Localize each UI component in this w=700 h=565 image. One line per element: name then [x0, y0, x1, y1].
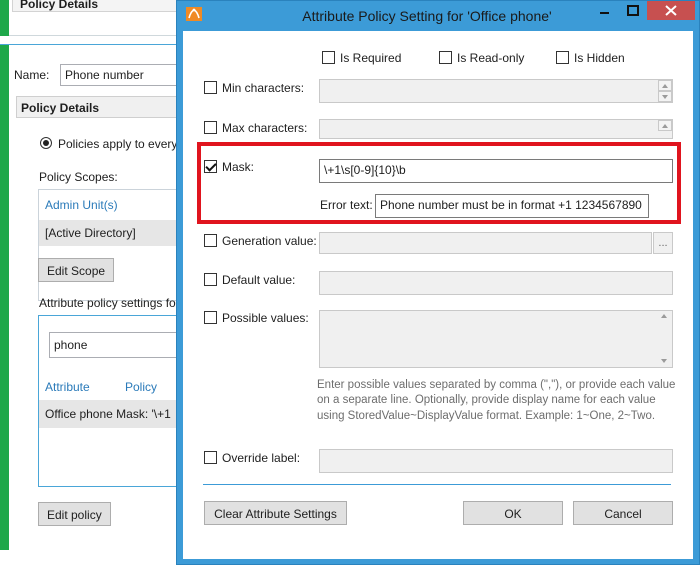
attribute-row[interactable]: Office phone Mask: '\+1: [39, 400, 189, 428]
app-icon: [186, 7, 202, 21]
dialog-separator: [203, 484, 671, 485]
mask-highlight-box: [197, 142, 681, 224]
background-top-strip: Policy Details: [0, 0, 182, 36]
is-hidden-label: Is Hidden: [574, 51, 625, 65]
policies-apply-radio[interactable]: [40, 137, 52, 149]
policy-scopes-label: Policy Scopes:: [39, 170, 118, 184]
close-button[interactable]: [647, 1, 695, 20]
dialog-title: Attribute Policy Setting for 'Office pho…: [302, 8, 552, 24]
close-icon: [665, 5, 677, 16]
minimize-icon: [600, 12, 609, 14]
max-characters-input[interactable]: [319, 119, 673, 139]
generation-value-checkbox[interactable]: [204, 234, 217, 247]
is-readonly-checkbox[interactable]: [439, 51, 452, 64]
attribute-column-header[interactable]: Attribute: [45, 380, 90, 394]
generation-value-label: Generation value:: [222, 234, 317, 248]
attribute-settings-list: phone Attribute Policy Office phone Mask…: [38, 315, 189, 487]
policy-details-header-top: Policy Details: [12, 0, 182, 12]
is-hidden-checkbox[interactable]: [556, 51, 569, 64]
is-required-label: Is Required: [340, 51, 402, 65]
attribute-policy-dialog: Attribute Policy Setting for 'Office pho…: [176, 0, 700, 565]
scroll-up-icon[interactable]: [658, 311, 672, 322]
policies-apply-label: Policies apply to every: [58, 137, 178, 151]
scopes-column-header[interactable]: Admin Unit(s): [45, 198, 118, 212]
policy-column-header[interactable]: Policy: [125, 380, 157, 394]
possible-values-textarea[interactable]: [319, 310, 673, 368]
ok-button[interactable]: OK: [463, 501, 563, 525]
green-accent-bar: [0, 45, 9, 550]
default-value-checkbox[interactable]: [204, 273, 217, 286]
generation-value-input[interactable]: [319, 232, 652, 254]
cancel-button[interactable]: Cancel: [573, 501, 673, 525]
override-label-input[interactable]: [319, 449, 673, 473]
name-label: Name:: [14, 68, 50, 82]
dialog-titlebar[interactable]: Attribute Policy Setting for 'Office pho…: [177, 1, 699, 31]
maximize-icon: [627, 5, 639, 16]
possible-values-label: Possible values:: [222, 311, 309, 325]
green-accent-bar: [0, 0, 9, 36]
max-characters-label: Max characters:: [222, 121, 308, 135]
min-characters-input[interactable]: [319, 79, 673, 103]
generation-browse-button[interactable]: ...: [653, 232, 673, 254]
policy-scopes-list: Admin Unit(s) [Active Directory]: [38, 189, 189, 301]
maximize-button[interactable]: [619, 1, 647, 20]
attribute-search-input[interactable]: phone: [49, 332, 189, 358]
clear-attribute-settings-button[interactable]: Clear Attribute Settings: [204, 501, 347, 525]
is-required-checkbox[interactable]: [322, 51, 335, 64]
background-policy-panel: Name: Phone number Policy Details Polici…: [0, 44, 190, 565]
spin-up-icon[interactable]: [658, 80, 672, 91]
dialog-client-area: Is Required Is Read-only Is Hidden Min c…: [183, 31, 693, 559]
edit-scope-button[interactable]: Edit Scope: [38, 258, 115, 282]
default-value-label: Default value:: [222, 273, 296, 287]
attribute-settings-label: Attribute policy settings fo: [39, 296, 176, 310]
override-label-checkbox[interactable]: [204, 451, 217, 464]
minimize-button[interactable]: [591, 1, 619, 20]
policy-details-header: Policy Details: [16, 96, 186, 118]
min-characters-label: Min characters:: [222, 81, 305, 95]
min-characters-checkbox[interactable]: [204, 81, 217, 94]
scope-row[interactable]: [Active Directory]: [39, 220, 189, 246]
spin-up-icon[interactable]: [658, 120, 672, 131]
scroll-down-icon[interactable]: [658, 356, 672, 367]
name-input[interactable]: Phone number: [60, 64, 190, 86]
edit-policy-button[interactable]: Edit policy: [38, 502, 111, 526]
possible-values-checkbox[interactable]: [204, 311, 217, 324]
is-readonly-label: Is Read-only: [457, 51, 525, 65]
spin-down-icon[interactable]: [658, 91, 672, 102]
default-value-input[interactable]: [319, 271, 673, 295]
possible-values-hint: Enter possible values separated by comma…: [317, 379, 676, 422]
max-characters-checkbox[interactable]: [204, 121, 217, 134]
override-label-label: Override label:: [222, 451, 301, 465]
